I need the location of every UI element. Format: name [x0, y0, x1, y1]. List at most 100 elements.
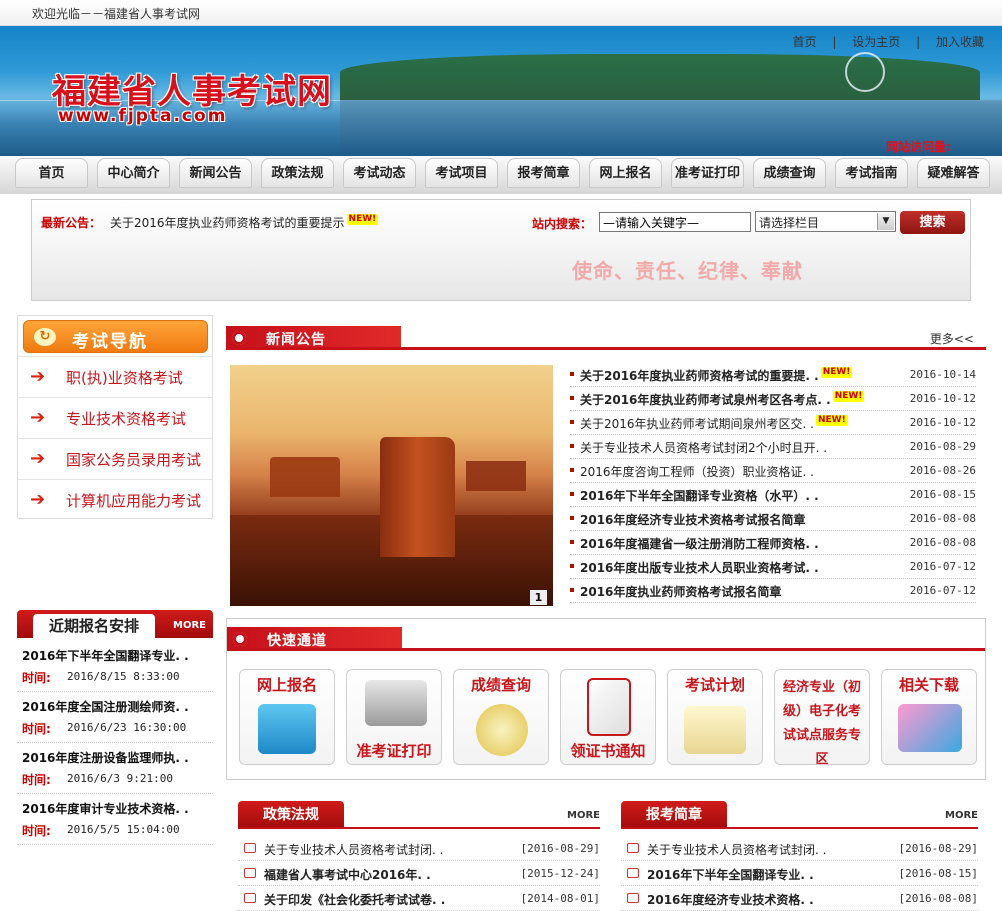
brochure-item-title: 2016年度经济专业技术资格. .	[647, 893, 814, 907]
schedule-header: 近期报名安排 MORE	[17, 610, 213, 638]
news-item[interactable]: 关于2016年度执业药师考试泉州考区各考点. . NEW! 2016-10-12	[570, 387, 976, 411]
nav-item[interactable]: 考试动态	[343, 158, 416, 188]
search-button[interactable]: 搜索	[900, 211, 965, 234]
policy-item[interactable]: 福建省人事考试中心2016年. . [2015-12-24]	[238, 862, 600, 886]
site-url: www.fjpta.com	[58, 106, 228, 126]
news-item[interactable]: 2016年度经济专业技术资格考试报名简章 2016-08-08	[570, 507, 976, 531]
exam-nav-item[interactable]: ➔ 专业技术资格考试	[18, 397, 212, 438]
main-nav: 首页 中心简介 新闻公告 政策法规 考试动态 考试项目 报考简章 网上报名 准考证打印 成绩查询考…	[0, 156, 1002, 194]
slogan: 使命、责任、纪律、奉献	[572, 259, 803, 283]
exam-nav-item[interactable]: ➔ 职(执)业资格考试	[18, 356, 212, 397]
nav-item[interactable]: 考试项目	[425, 158, 498, 188]
quick-economic-exam-zone-button[interactable]: 经济专业（初级）电子化考试试点服务专区	[774, 669, 870, 765]
arrow-right-icon: ➔	[30, 407, 46, 428]
quick-certificate-notice-button[interactable]: 领证书通知	[560, 669, 656, 765]
time-label: 时间:	[22, 824, 51, 838]
policy-item[interactable]: 关于专业技术人员资格考试封闭. . [2016-08-29]	[238, 837, 600, 861]
brochure-item[interactable]: 2016年度经济专业技术资格. . [2016-08-08]	[621, 887, 978, 911]
nav-item[interactable]: 首页	[15, 158, 88, 188]
exam-nav-item[interactable]: ➔ 计算机应用能力考试	[18, 479, 212, 520]
time-label: 时间:	[22, 722, 51, 736]
news-header: 新闻公告 更多<<	[226, 326, 986, 350]
policy-title: 政策法规	[238, 801, 344, 829]
news-item[interactable]: 2016年度出版专业技术人员职业资格考试. . 2016-07-12	[570, 555, 976, 579]
quick-online-register-button[interactable]: 网上报名	[239, 669, 335, 765]
schedule-item-name: 2016年度审计专业技术资格. .	[22, 802, 189, 816]
nav-item[interactable]: 成绩查询	[753, 158, 826, 188]
news-item-title: 2016年度咨询工程师（投资）职业资格证. .	[580, 465, 814, 479]
nav-item[interactable]: 政策法规	[261, 158, 334, 188]
add-favorite-link[interactable]: 加入收藏	[936, 35, 984, 49]
news-more-link[interactable]: 更多<<	[930, 330, 974, 347]
site-search-label: 站内搜索：	[532, 217, 593, 231]
nav-item[interactable]: 报考简章	[507, 158, 580, 188]
policy-more-link[interactable]: MORE	[567, 810, 600, 821]
link-separator: |	[916, 35, 921, 49]
home-link[interactable]: 首页	[793, 35, 817, 49]
search-input[interactable]	[599, 212, 751, 232]
news-item[interactable]: 关于专业技术人员资格考试封闭2个小时且开. . 2016-08-29	[570, 435, 976, 459]
news-item-title: 关于专业技术人员资格考试封闭2个小时且开. .	[580, 441, 828, 455]
policy-item[interactable]: 关于印发《社会化委托考试试卷. . [2014-08-01]	[238, 887, 600, 911]
quick-score-query-button[interactable]: 成绩查询	[453, 669, 549, 765]
arrow-right-icon: ➔	[30, 366, 46, 387]
schedule-title: 近期报名安排	[33, 614, 155, 638]
news-item[interactable]: 2016年度福建省一级注册消防工程师资格. . 2016-08-08	[570, 531, 976, 555]
latest-notice-link[interactable]: 关于2016年度执业药师资格考试的重要提示 NEW!	[110, 214, 379, 231]
nav-item[interactable]: 准考证打印	[671, 158, 744, 188]
slide-index[interactable]: 1	[530, 590, 547, 605]
nav-item[interactable]: 新闻公告	[179, 158, 252, 188]
quick-admission-print-button[interactable]: 准考证打印	[346, 669, 442, 765]
news-item-title: 2016年度经济专业技术资格考试报名简章	[580, 513, 806, 527]
admission-print-icon	[365, 680, 427, 726]
policy-item-title: 关于专业技术人员资格考试封闭. .	[264, 843, 444, 857]
bullet-icon	[570, 588, 574, 592]
news-item-title: 关于2016年度执业药师考试泉州考区各考点. . NEW!	[580, 391, 865, 407]
quick-item-label: 相关下载	[898, 676, 959, 694]
news-image[interactable]: 1	[230, 365, 553, 606]
nav-item[interactable]: 网上报名	[589, 158, 662, 188]
quick-downloads-button[interactable]: 相关下载	[881, 669, 977, 765]
news-item[interactable]: 2016年度咨询工程师（投资）职业资格证. . 2016-08-26	[570, 459, 976, 483]
brochure-item-date: [2016-08-08]	[898, 892, 978, 905]
visit-counter-label: 网站访问量:	[886, 140, 951, 154]
brochure-title: 报考简章	[621, 801, 727, 829]
policy-item-date: [2016-08-29]	[520, 842, 600, 855]
news-title: 新闻公告	[266, 332, 326, 348]
news-item-title: 2016年度福建省一级注册消防工程师资格. .	[580, 537, 819, 551]
header-links: 首页 | 设为主页 | 加入收藏	[787, 33, 990, 50]
news-item[interactable]: 2016年度执业药师资格考试报名简章 2016-07-12	[570, 579, 976, 603]
nav-item[interactable]: 考试指南	[835, 158, 908, 188]
news-item[interactable]: 2016年下半年全国翻译专业资格（水平）. . 2016-08-15	[570, 483, 976, 507]
schedule-more-link[interactable]: MORE	[173, 620, 206, 631]
news-item-title: 关于2016年度执业药师资格考试的重要提. . NEW!	[580, 367, 853, 383]
chevron-down-icon: ▼	[877, 213, 894, 230]
brochure-item[interactable]: 关于专业技术人员资格考试封闭. . [2016-08-29]	[621, 837, 978, 861]
category-select[interactable]: 请选择栏目 ▼	[755, 211, 896, 232]
nav-item[interactable]: 疑难解答	[917, 158, 990, 188]
news-item[interactable]: 关于2016年执业药师考试期间泉州考区交. . NEW! 2016-10-12	[570, 411, 976, 435]
quick-exam-plan-button[interactable]: 考试计划	[667, 669, 763, 765]
nav-item[interactable]: 中心简介	[97, 158, 170, 188]
schedule-item-time: 2016/6/23 16:30:00	[67, 721, 187, 734]
brochure-more-link[interactable]: MORE	[945, 810, 978, 821]
quick-channel-panel: 快速通道 网上报名 准考证打印 成绩查询 领证书通知 考试计划 经济专业（初级）电子化考试…	[226, 618, 986, 780]
time-label: 时间:	[22, 671, 51, 685]
brochure-item[interactable]: 2016年下半年全国翻译专业. . [2016-08-15]	[621, 862, 978, 886]
exam-nav-item[interactable]: ➔ 国家公务员录用考试	[18, 438, 212, 479]
arrow-right-icon: ➔	[30, 489, 46, 510]
news-item-date: 2016-10-14	[909, 368, 976, 381]
brochure-item-title: 关于专业技术人员资格考试封闭. .	[647, 843, 827, 857]
link-separator: |	[832, 35, 837, 49]
schedule-item-name: 2016年度注册设备监理师执. .	[22, 751, 189, 765]
news-item-title: 2016年下半年全国翻译专业资格（水平）. .	[580, 489, 819, 503]
exam-nav-panel: ↻ 考试导航 ➔ 职(执)业资格考试 ➔ 专业技术资格考试 ➔ 国家公务员录用考试 ➔…	[17, 315, 213, 519]
brochure-item-date: [2016-08-29]	[898, 842, 978, 855]
news-item[interactable]: 关于2016年度执业药师资格考试的重要提. . NEW! 2016-10-14	[570, 363, 976, 387]
online-register-icon	[258, 704, 316, 754]
set-homepage-link[interactable]: 设为主页	[852, 35, 900, 49]
news-item-date: 2016-07-12	[909, 560, 976, 573]
arrow-circle-icon: ↻	[34, 328, 56, 346]
policy-header: 政策法规 MORE	[238, 801, 600, 829]
brochure-header: 报考简章 MORE	[621, 801, 978, 829]
